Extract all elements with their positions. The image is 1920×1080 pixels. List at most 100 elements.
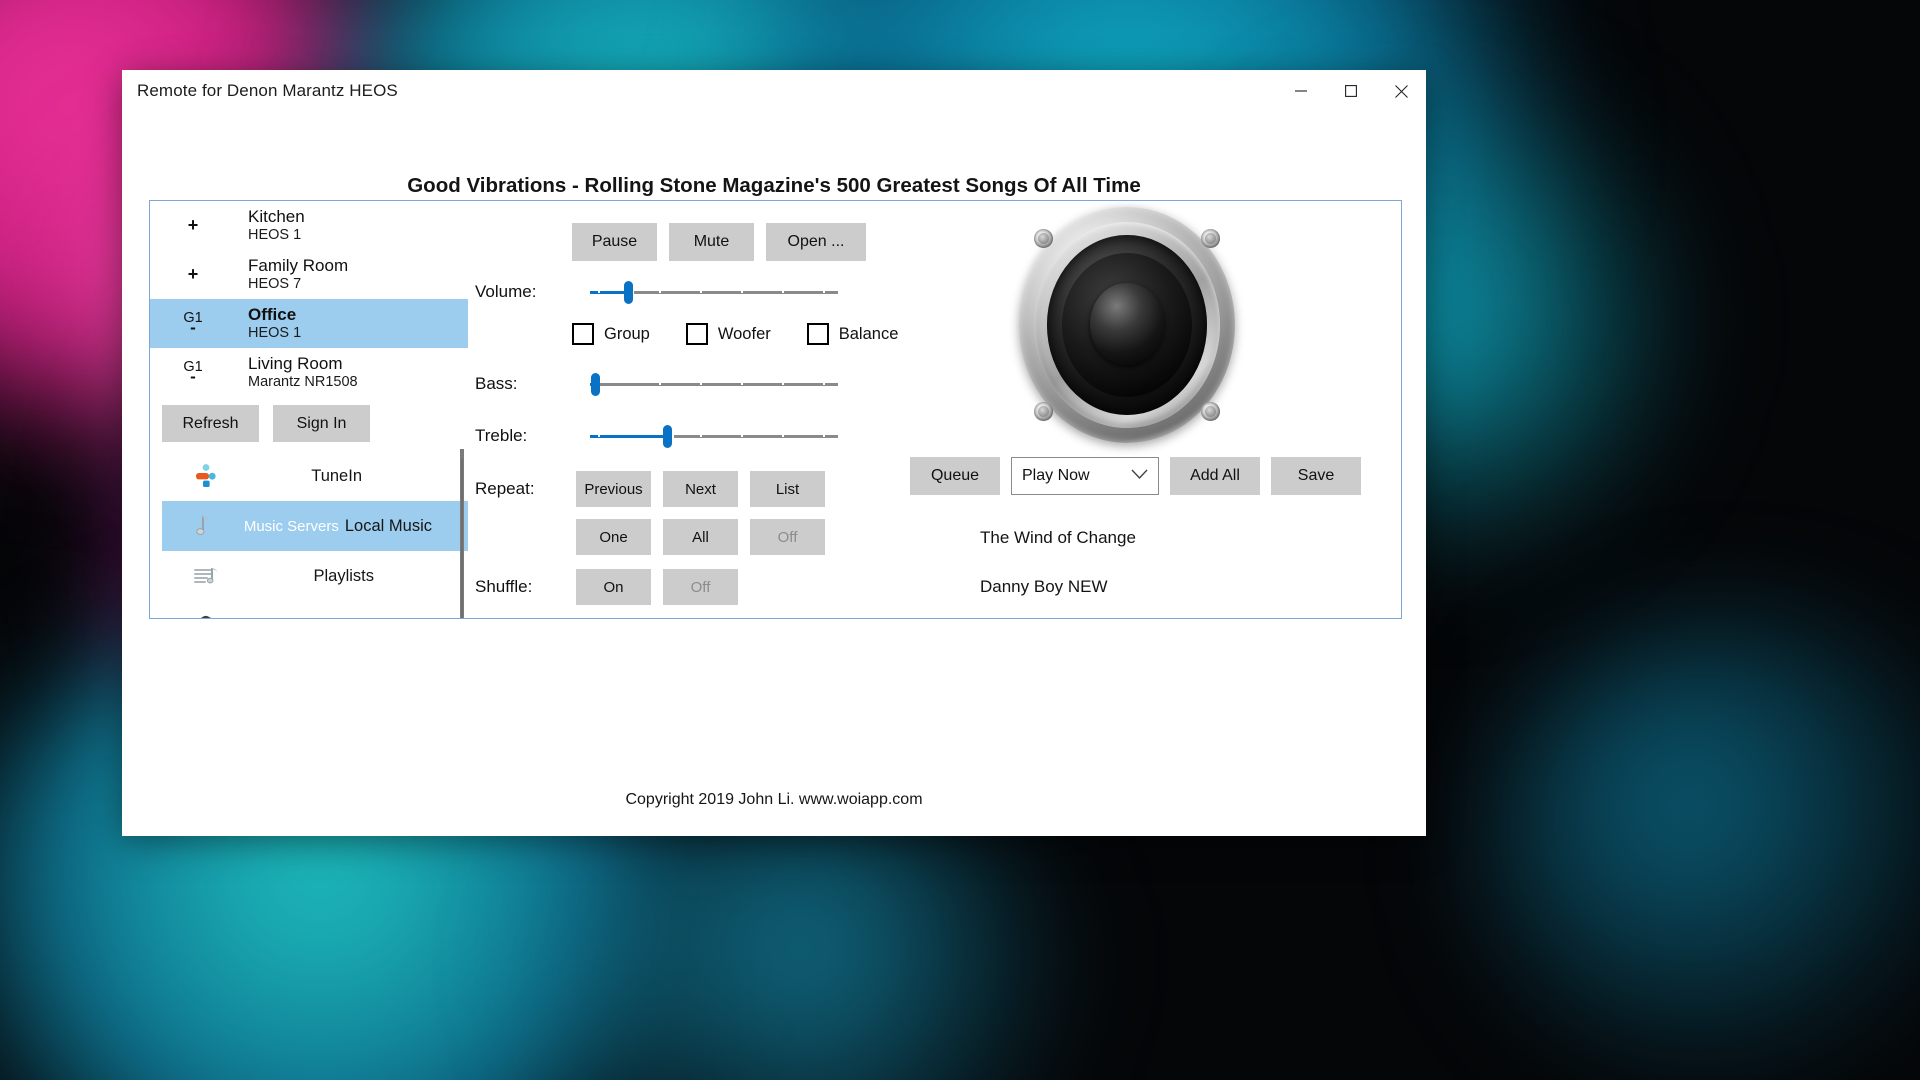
plus-icon: + — [187, 215, 199, 235]
zone-name: Living Room — [248, 353, 343, 373]
bass-label: Bass: — [475, 374, 518, 393]
minus-icon: - — [190, 367, 196, 387]
shuffle-off-button[interactable]: Off — [663, 569, 738, 605]
bass-slider[interactable] — [590, 367, 838, 401]
zone-expand-toggle[interactable]: + — [162, 216, 224, 235]
zone-row[interactable]: + Family Room HEOS 7 — [150, 250, 468, 299]
zone-model: HEOS 1 — [248, 226, 302, 243]
zone-row[interactable]: + Kitchen HEOS 1 — [150, 201, 468, 250]
audio-option-checkboxes: Group Woofer Balance — [572, 323, 898, 345]
source-label: Local Music — [344, 516, 432, 535]
sign-in-button[interactable]: Sign In — [273, 405, 370, 442]
shuffle-on-button[interactable]: On — [576, 569, 651, 605]
source-sublabel: Music Servers — [243, 517, 339, 535]
treble-label: Treble: — [475, 426, 528, 445]
repeat-row-1: Repeat: Previous Next List — [472, 471, 867, 507]
playback-controls-column: Pause Mute Open ... Volume: Group Woofer… — [472, 201, 898, 618]
close-icon — [1394, 84, 1408, 98]
list-item[interactable]: The Wind of Change — [980, 513, 1400, 562]
queue-list[interactable]: The Wind of Change Danny Boy NEW Indian … — [980, 513, 1400, 618]
speaker-illustration — [1019, 207, 1235, 443]
play-mode-value: Play Now — [1022, 467, 1090, 484]
repeat-off-button[interactable]: Off — [750, 519, 825, 555]
queue-action-bar: Queue Play Now Add All Save — [910, 457, 1361, 495]
zone-name: Office — [248, 304, 297, 324]
woofer-checkbox[interactable]: Woofer — [685, 323, 771, 345]
history-clock-icon — [180, 612, 232, 618]
maximize-button[interactable] — [1326, 70, 1376, 112]
zone-row-selected[interactable]: G1 - Office HEOS 1 — [150, 299, 468, 348]
add-all-button[interactable]: Add All — [1170, 457, 1260, 495]
zone-text: Kitchen HEOS 1 — [248, 207, 305, 244]
source-list[interactable]: TuneIn Music Servers Local Music Playlis… — [162, 451, 468, 618]
source-item-tunein[interactable]: TuneIn — [162, 451, 468, 501]
repeat-one-button[interactable]: One — [576, 519, 651, 555]
repeat-buttons-row-2: One All Off — [576, 519, 825, 555]
source-item-playlists[interactable]: Playlists — [162, 551, 468, 601]
music-note-icon — [180, 513, 232, 539]
open-button[interactable]: Open ... — [766, 223, 866, 261]
zone-collapse-toggle[interactable]: G1 - — [162, 360, 224, 386]
copyright-footer: Copyright 2019 John Li. www.woiapp.com — [625, 791, 923, 808]
zones-and-sources-column: + Kitchen HEOS 1 + Family Room HEOS 7 G1… — [150, 201, 468, 618]
volume-slider-row: Volume: — [472, 275, 867, 309]
close-button[interactable] — [1376, 70, 1426, 112]
zone-row[interactable]: G1 - Living Room Marantz NR1508 — [150, 348, 468, 397]
title-bar: Remote for Denon Marantz HEOS — [122, 70, 1426, 112]
mute-button[interactable]: Mute — [669, 223, 754, 261]
wallpaper-blob — [1480, 620, 1920, 1080]
tunein-icon — [180, 463, 232, 489]
speaker-screw — [1201, 229, 1220, 248]
play-mode-dropdown[interactable]: Play Now — [1011, 457, 1159, 495]
transport-buttons: Pause Mute Open ... — [572, 223, 867, 261]
checkbox-box[interactable] — [685, 323, 708, 345]
refresh-button[interactable]: Refresh — [162, 405, 259, 442]
desktop-background: Remote for Denon Marantz HEOS Good Vibra… — [0, 0, 1920, 1080]
list-item[interactable]: Danny Boy NEW — [980, 562, 1400, 611]
source-item-local-music[interactable]: Music Servers Local Music — [162, 501, 468, 551]
volume-label: Volume: — [475, 282, 537, 301]
window-title: Remote for Denon Marantz HEOS — [137, 81, 398, 100]
checkbox-box[interactable] — [806, 323, 829, 345]
shuffle-buttons: On Off — [576, 569, 738, 605]
previous-button[interactable]: Previous — [576, 471, 651, 507]
volume-slider[interactable] — [590, 275, 838, 309]
plus-icon: + — [187, 264, 199, 284]
checkbox-box[interactable] — [572, 323, 594, 345]
treble-slider[interactable] — [590, 419, 838, 453]
source-item-history[interactable]: History — [162, 601, 468, 618]
list-button[interactable]: List — [750, 471, 825, 507]
checkbox-label: Woofer — [717, 324, 771, 343]
zone-text: Office HEOS 1 — [248, 305, 301, 342]
zone-model: HEOS 1 — [248, 324, 302, 341]
speaker-dome — [1090, 282, 1164, 366]
repeat-buttons-row-1: Previous Next List — [576, 471, 825, 507]
column-divider — [461, 459, 463, 618]
pause-button[interactable]: Pause — [572, 223, 657, 261]
zone-name: Kitchen — [248, 206, 305, 226]
zone-expand-toggle[interactable]: + — [162, 265, 224, 284]
application-window: Remote for Denon Marantz HEOS Good Vibra… — [122, 70, 1426, 836]
next-button[interactable]: Next — [663, 471, 738, 507]
checkbox-label: Group — [604, 324, 650, 343]
list-item[interactable]: Indian Dreams — [980, 611, 1400, 618]
bass-slider-row: Bass: — [472, 367, 867, 401]
group-checkbox[interactable]: Group — [572, 323, 650, 345]
zone-text: Living Room Marantz NR1508 — [248, 354, 358, 391]
maximize-icon — [1345, 85, 1357, 97]
shuffle-label: Shuffle: — [475, 577, 533, 596]
speaker-screw — [1034, 402, 1053, 421]
repeat-all-button[interactable]: All — [663, 519, 738, 555]
save-button[interactable]: Save — [1271, 457, 1361, 495]
queue-button[interactable]: Queue — [910, 457, 1000, 495]
queue-column: Queue Play Now Add All Save The Wind of … — [880, 201, 1401, 618]
zone-model: Marantz NR1508 — [248, 373, 358, 390]
playlist-icon — [180, 563, 232, 589]
speaker-screw — [1034, 229, 1053, 248]
zone-collapse-toggle[interactable]: G1 - — [162, 311, 224, 337]
minimize-icon — [1295, 90, 1307, 92]
zone-name: Family Room — [248, 255, 349, 275]
minimize-button[interactable] — [1276, 70, 1326, 112]
treble-slider-row: Treble: — [472, 419, 867, 453]
speaker-screw — [1201, 402, 1220, 421]
